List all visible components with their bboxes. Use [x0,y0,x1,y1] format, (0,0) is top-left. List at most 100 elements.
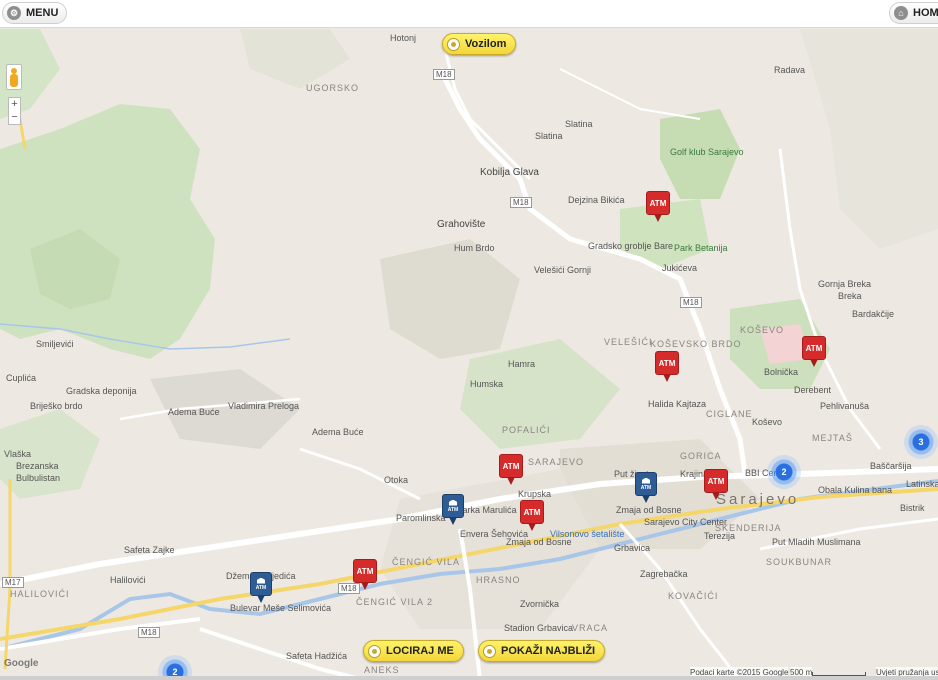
locate-icon [368,644,381,658]
label-obala: Obala Kulina bana [818,485,893,495]
label-cengic: ČENGIĆ VILA [392,557,461,567]
vozilom-button[interactable]: Vozilom [442,33,517,55]
label-ciglane: CIGLANE [706,409,753,419]
label-gradska-deponija: Gradska deponija [66,386,137,396]
label-derebent: Derebent [794,385,832,395]
home-button[interactable]: ⌂ HOME [889,2,938,24]
road-shield-m18-5: M18 [138,627,160,638]
label-paromlinska: Paromlinska [396,513,446,523]
atm-marker[interactable]: ATM [704,469,728,501]
bottom-strip [0,676,938,680]
label-humska: Humska [470,379,504,389]
label-kosevo: KOŠEVO [740,325,785,335]
label-terezija: Terezija [704,531,736,541]
label-hamra: Hamra [508,359,536,369]
label-vraca: VRACA [572,623,609,633]
label-kosevsko: KOŠEVSKO BRDO [650,339,742,349]
label-gorica: GORICA [680,451,722,461]
road-shield-m18-2: M18 [510,197,532,208]
label-adema-buce-2: Adema Buće [312,427,364,437]
road-shield-m18-3: M18 [680,297,702,308]
label-kosevo-street: Koševo [752,417,783,427]
label-pehlivanusa: Pehlivanuša [820,401,870,411]
label-bascarsija: Baščaršija [870,461,912,471]
label-mejtas: MEJTAŠ [812,433,853,443]
atm-marker[interactable]: ATM [499,454,523,486]
bank-atm-marker[interactable]: ATM [442,494,464,526]
bank-atm-marker[interactable]: ATM [635,472,657,504]
label-marka: Marka Marulića [455,505,517,515]
label-stadion: Stadion Grbavica [504,623,574,633]
label-park-betanija: Park Betanija [674,243,728,253]
label-brijesko: Briješko brdo [30,401,83,411]
gear-icon: ⚙ [7,6,21,20]
label-vlaska: Vlaška [4,449,32,459]
atm-marker[interactable]: ATM [655,351,679,383]
locate-me-button[interactable]: LOCIRAJ ME [363,640,464,662]
label-gradsko-groblje: Gradsko groblje Bare [588,241,674,251]
map-canvas[interactable]: + − Hotonj UGORSKO Radava Slatina Slatin… [0,29,938,680]
zoom-control[interactable]: + − [8,97,21,125]
label-safeta: Safeta Zajke [124,545,175,555]
marker-cluster[interactable]: 3 [904,425,938,459]
nearest-icon [483,644,496,658]
label-otoka: Otoka [384,475,409,485]
label-kobilja: Kobilja Glava [480,167,539,178]
zoom-in-button[interactable]: + [9,98,20,111]
home-label: HOME [913,7,938,19]
label-put-mladih: Put Mladih Muslimana [772,537,861,547]
label-velesici-gornji: Velešići Gornji [534,265,592,275]
road-shield-m18-1: M18 [433,69,455,80]
label-zagrebacka: Zagrebačka [640,569,688,579]
show-nearest-button[interactable]: POKAŽI NAJBLIŽI [478,640,606,662]
vozilom-label: Vozilom [465,38,507,50]
label-pofalici: POFALIĆI [502,425,551,435]
label-bardakcije: Bardakčije [852,309,895,319]
bank-atm-marker[interactable]: ATM [250,572,272,604]
label-latinska: Latinska ćuprija [906,479,938,489]
label-vilsonovo: Vilsonovo šetalište [550,529,625,539]
label-kovacici: KOVAČIĆI [668,591,719,601]
label-hotonj: Hotonj [390,33,417,43]
atm-marker[interactable]: ATM [802,336,826,368]
label-breka: Breka [838,291,862,301]
label-velesici: VELEŠIĆI [604,337,653,347]
label-krupska: Krupska [518,489,552,499]
atm-marker[interactable]: ATM [646,191,670,223]
street-view-pegman-icon[interactable] [6,64,22,90]
label-sarajevo-street: SARAJEVO [528,457,585,467]
label-golf: Golf klub Sarajevo [670,147,744,157]
label-bistrik: Bistrik [900,503,925,513]
home-icon: ⌂ [894,6,908,20]
label-gornja-breka: Gornja Breka [818,279,872,289]
label-radava: Radava [774,65,806,75]
label-soukbunar: SOUKBUNAR [766,557,833,567]
marker-cluster[interactable]: 2 [767,455,801,489]
label-smiljevici: Smiljevići [36,339,74,349]
label-hrasno: HRASNO [476,575,521,585]
road-shield-m17: M17 [2,577,24,588]
menu-button[interactable]: ⚙ MENU [2,2,68,24]
label-bulevar: Bulevar Meše Selimovića [230,603,332,613]
google-logo: Google [4,658,39,669]
car-icon [447,37,460,51]
label-jukiceva: Jukićeva [662,263,698,273]
show-nearest-label: POKAŽI NAJBLIŽI [501,645,596,657]
top-bar: ⚙ MENU ⌂ HOME [0,0,938,28]
label-zmaja: Zmaja od Bosne [616,505,682,515]
label-zvornicka: Zvornička [520,599,560,609]
label-dejzina: Dejzina Bikića [568,195,625,205]
label-safeta-2: Safeta Hadžića [286,651,348,661]
label-grbavica: Grbavica [614,543,651,553]
locate-me-label: LOCIRAJ ME [386,645,454,657]
label-cengic-2: ČENGIĆ VILA 2 [356,597,434,607]
label-bolnicka: Bolnička [764,367,799,377]
menu-label: MENU [26,7,59,19]
label-grahoviste: Grahovište [437,219,486,230]
label-halilovici-2: Halilovići [110,575,146,585]
atm-marker[interactable]: ATM [353,559,377,591]
label-brezanska: Brezanska [16,461,59,471]
zoom-out-button[interactable]: − [9,111,20,124]
atm-marker[interactable]: ATM [520,500,544,532]
label-ugorsko: UGORSKO [306,83,360,93]
